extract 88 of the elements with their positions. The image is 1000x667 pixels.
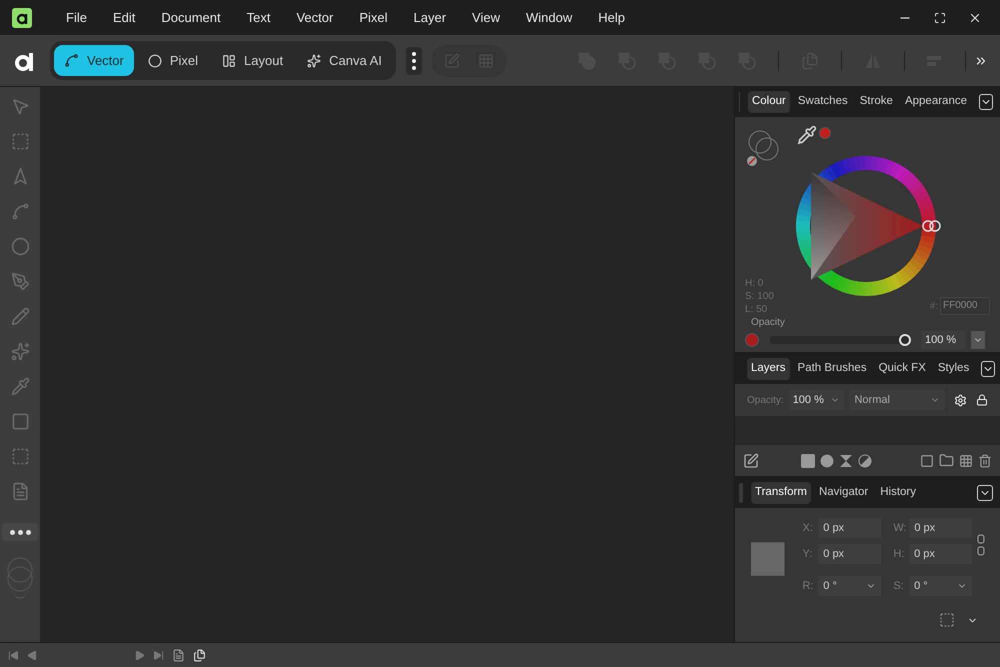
picked-colour-swatch[interactable] xyxy=(819,127,831,139)
colour-swap-icon[interactable] xyxy=(5,557,35,601)
sparkle-icon xyxy=(307,54,322,68)
circle-icon xyxy=(148,54,162,68)
panel-menu-button[interactable] xyxy=(979,94,993,110)
panel-menu-button[interactable] xyxy=(977,485,993,501)
dashed-square-icon[interactable] xyxy=(10,447,30,466)
hex-label: #: xyxy=(930,300,938,314)
maximize-icon[interactable] xyxy=(934,12,946,24)
hourglass-icon[interactable] xyxy=(839,454,853,468)
menu-item[interactable]: Pixel xyxy=(349,8,398,28)
panel-tab[interactable]: Quick FX xyxy=(874,358,930,380)
field-label: Y: xyxy=(802,546,814,562)
grid-icon[interactable] xyxy=(478,52,494,68)
panel-tab[interactable]: Layers xyxy=(747,358,790,380)
adjustment-icon[interactable] xyxy=(858,454,872,468)
input-field[interactable]: 0 px xyxy=(909,544,972,564)
input-field[interactable]: 0 px xyxy=(818,518,882,538)
node-icon xyxy=(64,53,79,68)
app-logo xyxy=(12,8,32,28)
lock-icon[interactable] xyxy=(976,394,988,406)
panel-tab[interactable]: Styles xyxy=(934,358,974,380)
menu-item[interactable]: Text xyxy=(236,8,280,28)
dashed-square-icon[interactable] xyxy=(10,132,30,151)
opacity-swatch[interactable] xyxy=(745,333,759,347)
panel-tab[interactable]: Colour xyxy=(748,91,790,113)
panel-tab[interactable]: Path Brushes xyxy=(794,358,871,380)
menu-item[interactable]: Edit xyxy=(102,8,146,28)
folder-icon[interactable] xyxy=(939,453,954,468)
persona-tab[interactable]: Layout xyxy=(212,45,294,76)
pen-icon[interactable] xyxy=(10,272,30,291)
panel-tab[interactable]: Transform xyxy=(751,482,811,504)
panel-tab[interactable]: Navigator xyxy=(814,482,872,504)
curve-icon[interactable] xyxy=(10,202,30,221)
previous-page-icon[interactable] xyxy=(27,650,38,660)
layer-opacity-dropdown[interactable]: 100 % xyxy=(788,390,844,410)
panel-tab[interactable]: Stroke xyxy=(856,91,897,113)
pointer-icon[interactable] xyxy=(10,97,30,116)
menu-item[interactable]: Help xyxy=(588,8,635,28)
square-icon[interactable] xyxy=(10,412,30,431)
opacity-slider-thumb[interactable] xyxy=(899,334,911,346)
field-label: H: xyxy=(893,546,906,562)
menu-item[interactable]: Document xyxy=(151,8,231,28)
opacity-field[interactable]: 100 % xyxy=(921,331,965,349)
more-tools-button[interactable] xyxy=(2,523,38,541)
layout-icon xyxy=(222,54,236,68)
input-field[interactable]: 0 px xyxy=(909,518,972,538)
sparkle-icon[interactable] xyxy=(10,342,30,361)
more-button[interactable] xyxy=(406,46,422,74)
dropdown-field[interactable]: 0 ° xyxy=(909,576,972,596)
menu-item[interactable]: Layer xyxy=(404,8,456,28)
blend-mode-dropdown[interactable]: Normal xyxy=(849,390,946,410)
page-icon[interactable] xyxy=(172,648,185,662)
text-frame-icon[interactable] xyxy=(10,482,30,501)
opacity-label: Opacity xyxy=(751,317,786,329)
first-page-icon[interactable] xyxy=(8,650,19,660)
menu-item[interactable]: Vector xyxy=(286,8,344,28)
panel-menu-button[interactable] xyxy=(981,361,996,377)
menu-item[interactable]: Window xyxy=(516,8,582,28)
link-icon[interactable] xyxy=(976,534,986,556)
next-page-icon[interactable] xyxy=(134,650,145,660)
dropdown-field[interactable]: 0 ° xyxy=(818,576,882,596)
circle-icon[interactable] xyxy=(10,237,30,256)
mask-icon[interactable] xyxy=(820,454,834,468)
persona-tab[interactable]: Pixel xyxy=(138,45,208,76)
trash-icon[interactable] xyxy=(978,454,992,468)
pages-icon[interactable] xyxy=(193,648,206,662)
hex-field[interactable]: FF0000 xyxy=(940,297,990,315)
layer-opacity-label: Opacity: xyxy=(747,394,784,408)
field-label: X: xyxy=(802,520,814,536)
menu-item[interactable]: File xyxy=(56,8,97,28)
input-field[interactable]: 0 px xyxy=(818,544,882,564)
settings-icon[interactable] xyxy=(954,394,968,406)
field-label: S: xyxy=(893,578,905,594)
menu-item[interactable]: View xyxy=(462,8,510,28)
panel-tab[interactable]: Swatches xyxy=(794,91,852,113)
panel-tab[interactable]: Appearance xyxy=(900,91,971,113)
field-label: W: xyxy=(893,520,906,536)
pipette-icon[interactable] xyxy=(797,125,817,145)
panel-tab[interactable]: History xyxy=(876,482,920,504)
last-page-icon[interactable] xyxy=(153,650,164,660)
persona-tab[interactable]: Vector xyxy=(54,45,134,76)
edit-icon[interactable] xyxy=(743,452,759,468)
field-label: R: xyxy=(802,578,814,594)
bounding-box-icon[interactable] xyxy=(939,612,955,628)
persona-tab[interactable]: Canva AI xyxy=(297,45,392,76)
pencil-icon[interactable] xyxy=(10,307,30,326)
opacity-dropdown[interactable] xyxy=(971,331,985,349)
